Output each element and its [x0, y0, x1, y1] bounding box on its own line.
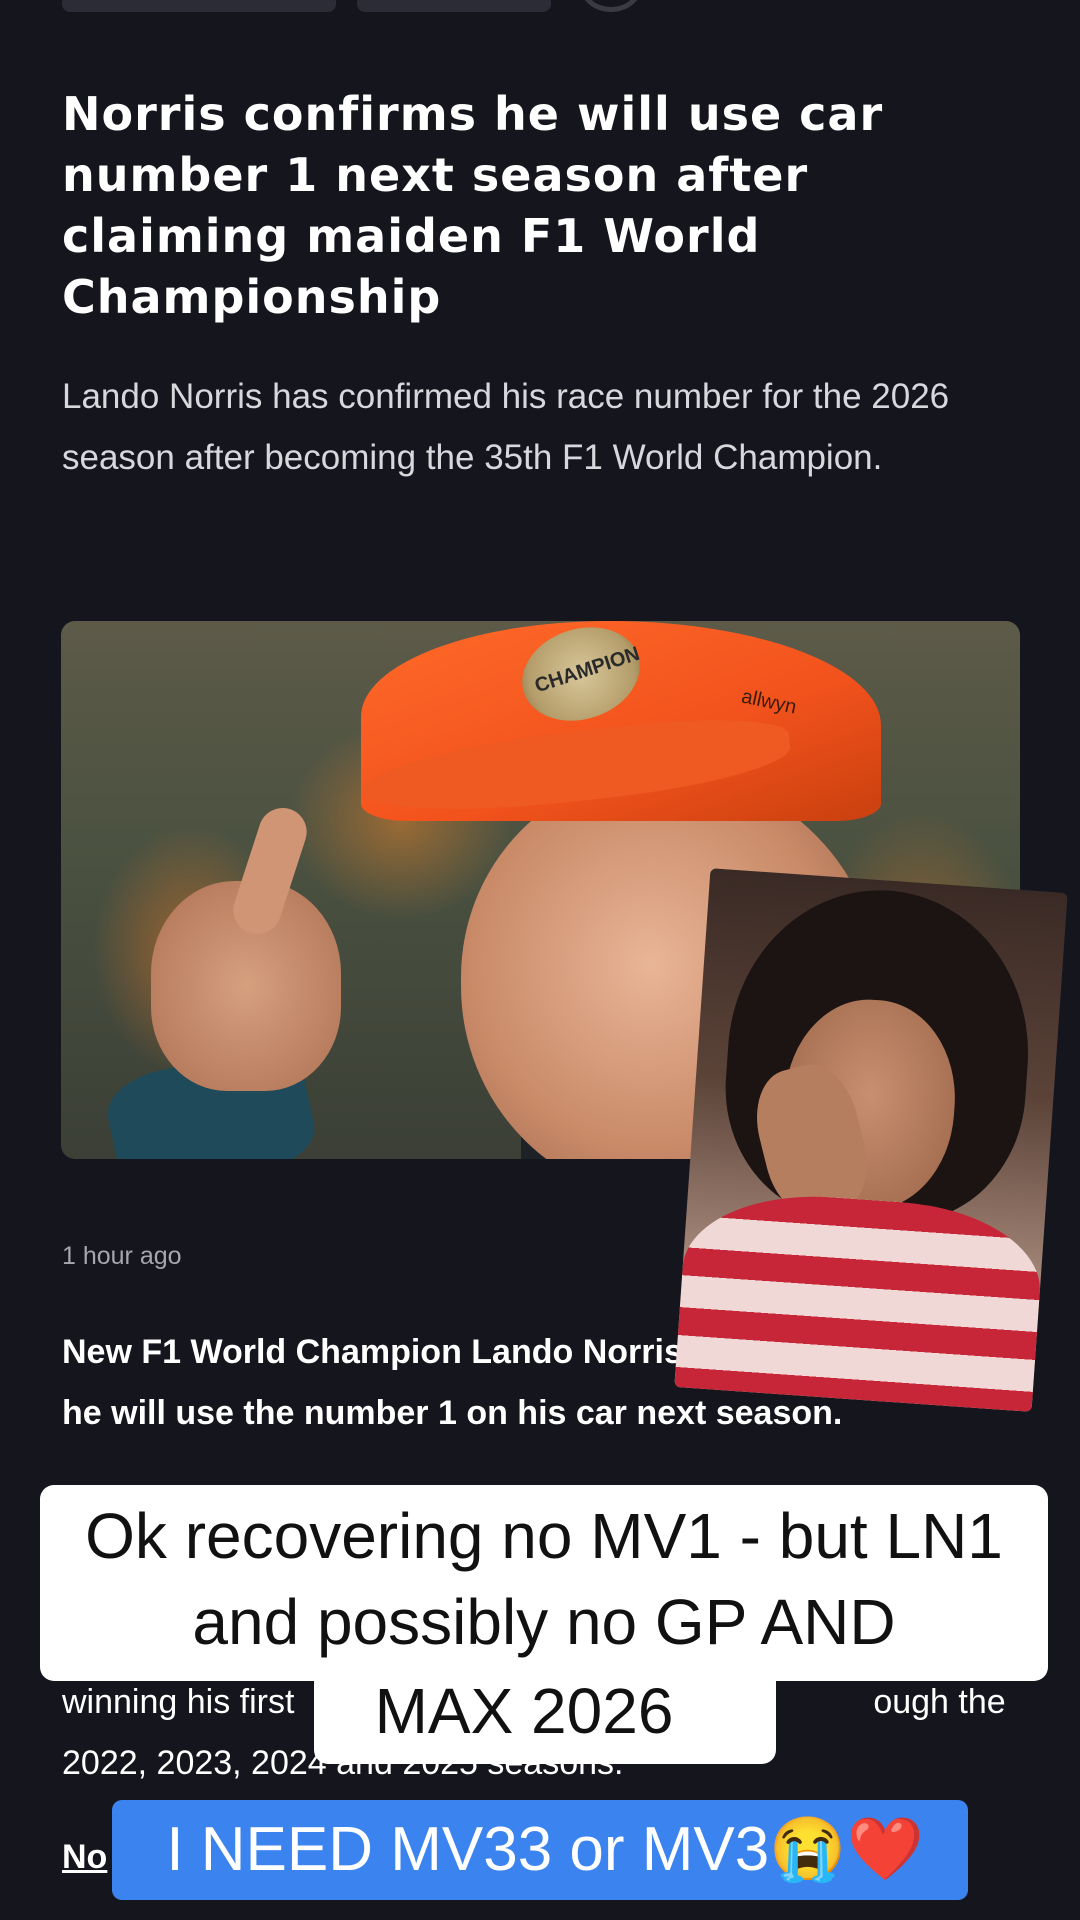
- reaction-video-overlay: [674, 868, 1068, 1412]
- filter-tab[interactable]: [62, 0, 336, 12]
- filter-tab[interactable]: [357, 0, 551, 12]
- body-fragment: ough the: [873, 1683, 1006, 1721]
- caption-highlight: I NEED MV33 or MV3😭❤️: [112, 1800, 968, 1900]
- circle-icon[interactable]: [580, 0, 642, 12]
- caption-text-tail: MAX 2026: [374, 1675, 674, 1747]
- sweater-shape: [674, 1187, 1046, 1412]
- article-headline: Norris confirms he will use car number 1…: [62, 87, 884, 324]
- section-link[interactable]: No: [62, 1838, 107, 1877]
- body-line: his car but in 2026 he has opted to take…: [62, 1904, 1022, 1920]
- caption-text: Ok recovering no MV1 - but LN1 and possi…: [85, 1500, 1003, 1658]
- body-fragment: winning his first: [62, 1683, 295, 1721]
- article-summary: Lando Norris has confirmed his race numb…: [62, 377, 950, 477]
- article-timestamp: 1 hour ago: [62, 1242, 182, 1270]
